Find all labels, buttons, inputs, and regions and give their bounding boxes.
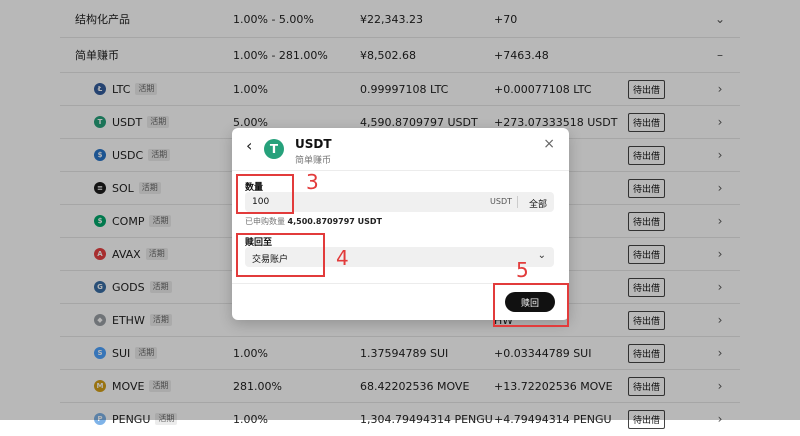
available-label: 已申购数量 [245,217,285,226]
annotation-label-4: 4 [336,246,349,270]
annotation-label-5: 5 [516,258,529,282]
chevron-down-icon: ⌄ [537,250,546,261]
available-amount: 已申购数量 4,500.8709797 USDT [245,216,382,227]
annotation-label-3: 3 [306,170,319,194]
available-value: 4,500.8709797 USDT [287,217,382,226]
modal-divider [232,170,569,171]
annotation-box-5 [493,283,569,327]
max-button[interactable]: 全部 [529,197,547,210]
close-icon[interactable]: × [543,136,555,152]
back-arrow-icon[interactable]: ‹ [246,136,252,155]
quantity-unit: USDT [490,197,512,206]
modal-subtitle: 简单赚币 [295,156,332,166]
usdt-logo-icon: T [264,139,284,159]
annotation-box-3 [236,174,294,214]
modal-title: USDT [295,137,332,151]
input-separator [517,196,518,208]
annotation-box-4 [236,233,325,277]
